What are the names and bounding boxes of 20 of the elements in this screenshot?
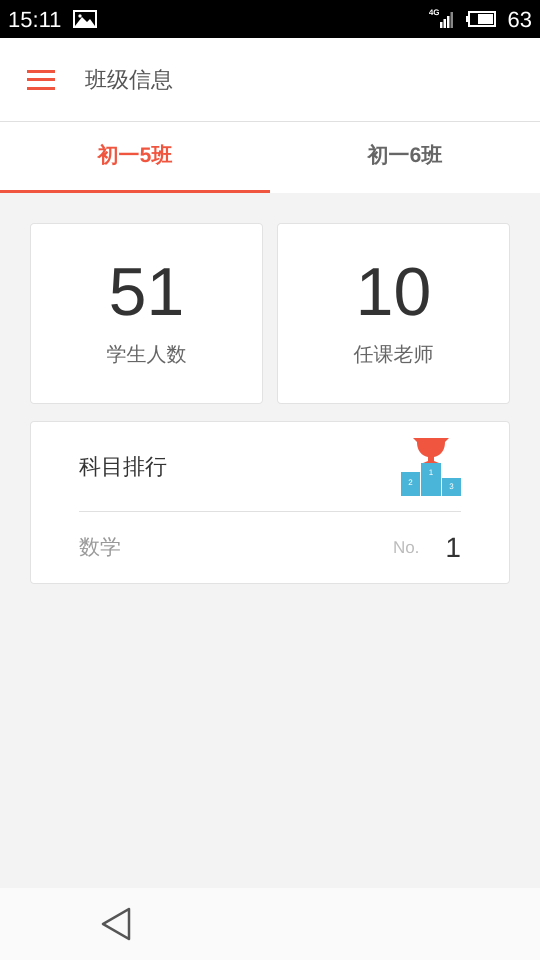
- class-tab[interactable]: 初一6班: [270, 122, 540, 193]
- stat-label: 学生人数: [106, 342, 186, 368]
- stat-label: 任课老师: [354, 342, 434, 368]
- trophy-podium-drawing: 2 1 3: [401, 438, 461, 496]
- network-label: 4G: [428, 7, 440, 19]
- subject-name: 数学: [79, 534, 122, 561]
- rank-number: 1: [445, 530, 461, 564]
- battery-level: 63: [508, 6, 532, 34]
- signal-icon: [440, 10, 454, 28]
- stat-value: 51: [108, 258, 184, 326]
- stat-value: 10: [356, 258, 432, 326]
- back-icon[interactable]: [101, 907, 131, 941]
- class-tab[interactable]: 初一5班: [0, 122, 270, 193]
- rank-prefix: No.: [392, 536, 420, 559]
- menu-button[interactable]: [27, 70, 55, 90]
- image-icon: [73, 10, 98, 28]
- page-title: 班级信息: [85, 66, 173, 94]
- ranking-title: 科目排行: [79, 453, 167, 481]
- battery-icon: [466, 11, 496, 27]
- status-time: 15:11: [8, 6, 62, 34]
